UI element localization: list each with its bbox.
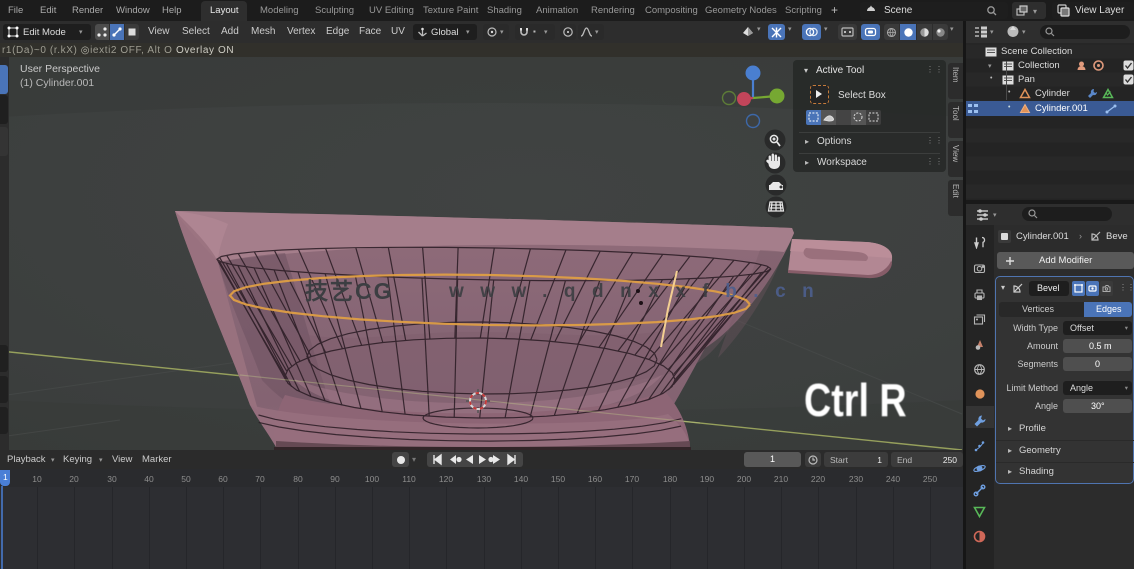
svg-text:Ctrl R: Ctrl R	[804, 374, 907, 425]
